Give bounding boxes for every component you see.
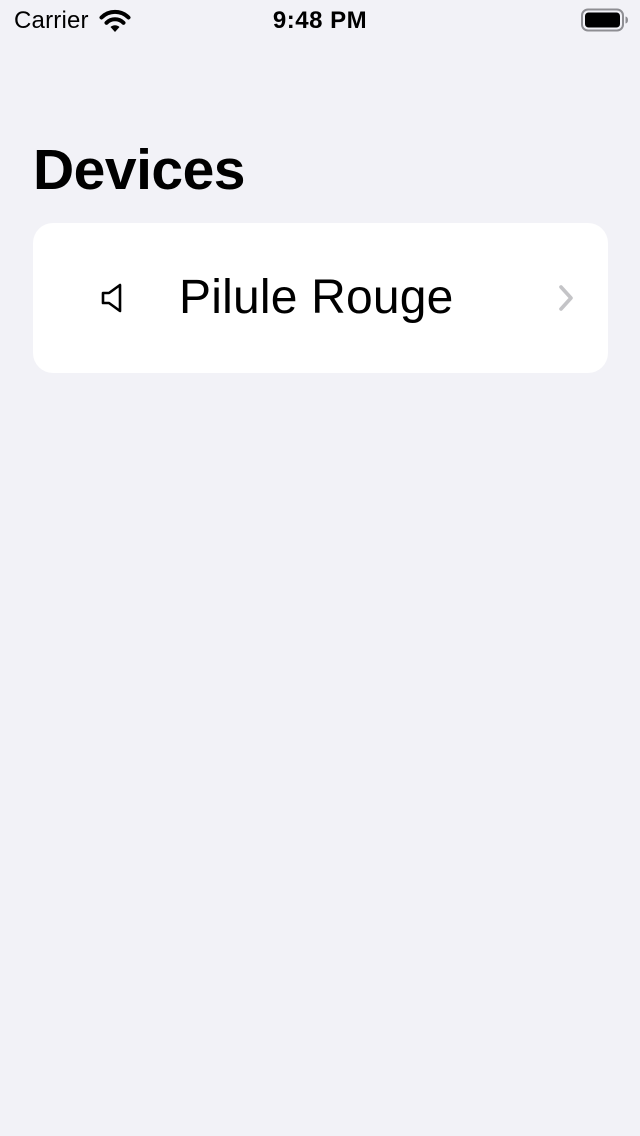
speaker-icon bbox=[101, 283, 122, 313]
battery-icon bbox=[581, 8, 628, 32]
chevron-right-icon bbox=[559, 285, 573, 311]
devices-screen: Carrier 9:48 PM Devices Pilule Rouge bbox=[0, 0, 640, 1136]
page-title: Devices bbox=[33, 138, 246, 202]
clock-time: 9:48 PM bbox=[272, 7, 368, 34]
status-bar: Carrier 9:48 PM bbox=[0, 0, 640, 40]
device-name: Pilule Rouge bbox=[179, 271, 454, 324]
